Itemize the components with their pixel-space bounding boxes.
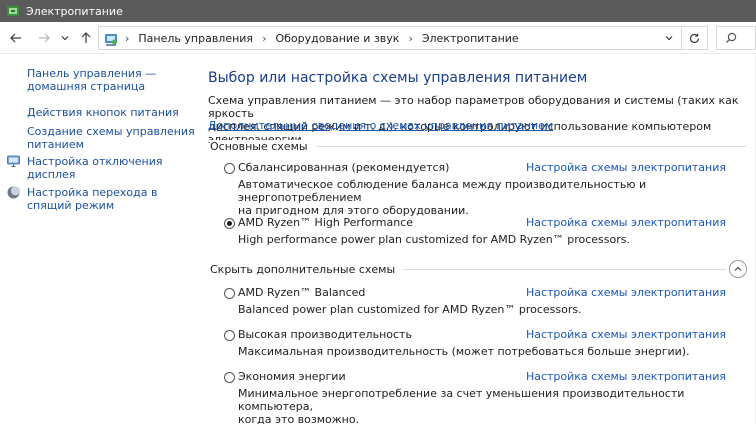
sidebar-link-sleep-settings[interactable]: Настройка перехода в спящий режим <box>27 186 158 212</box>
title-bar: Электропитание <box>0 0 756 22</box>
refresh-icon <box>689 33 700 43</box>
address-bar[interactable]: › Панель управления › Оборудование и зву… <box>98 26 682 50</box>
collapse-hidden-plans-button[interactable] <box>729 260 747 278</box>
plan-description-high-performance: Максимальная производительность (может п… <box>238 345 690 358</box>
plan-description-amd-high-performance: High performance power plan customized f… <box>238 233 630 246</box>
plan-radio-power-saver[interactable] <box>224 372 235 383</box>
sidebar-link-display-off[interactable]: Настройка отключения дисплея <box>27 155 163 181</box>
plan-name-high-performance[interactable]: Высокая производительность <box>238 328 412 341</box>
window-title: Электропитание <box>26 4 123 18</box>
plan-settings-link-high-performance[interactable]: Настройка схемы электропитания <box>526 328 726 341</box>
plan-settings-link-power-saver[interactable]: Настройка схемы электропитания <box>526 370 726 383</box>
plan-radio-balanced[interactable] <box>224 163 235 174</box>
forward-button[interactable] <box>34 28 54 48</box>
plan-name-balanced[interactable]: Сбалансированная (рекомендуется) <box>238 161 449 174</box>
sidebar-link-control-panel-home[interactable]: Панель управления — домашняя страница <box>27 67 156 93</box>
back-button[interactable] <box>6 28 26 48</box>
arrow-up-icon <box>81 32 91 43</box>
up-button[interactable] <box>76 28 96 48</box>
plan-settings-link-amd-balanced[interactable]: Настройка схемы электропитания <box>526 286 726 299</box>
breadcrumb-separator-icon[interactable]: › <box>262 32 266 45</box>
sidebar-link-power-button-actions[interactable]: Действия кнопок питания <box>27 106 179 119</box>
plan-radio-amd-high-performance[interactable] <box>224 218 235 229</box>
chevron-down-icon <box>61 36 69 41</box>
display-monitor-icon <box>7 155 20 167</box>
plan-name-power-saver[interactable]: Экономия энергии <box>238 370 346 383</box>
plan-description-amd-balanced: Balanced power plan customized for AMD R… <box>238 303 582 316</box>
arrow-right-icon <box>39 33 50 43</box>
search-icon <box>726 32 737 43</box>
plan-name-amd-balanced[interactable]: AMD Ryzen™ Balanced <box>238 286 365 299</box>
sidebar-link-create-power-plan[interactable]: Создание схемы управления питанием <box>27 125 195 151</box>
plan-radio-high-performance[interactable] <box>224 330 235 341</box>
power-options-icon <box>7 6 19 16</box>
breadcrumb-power-options[interactable]: Электропитание <box>422 32 519 45</box>
sidebar: Панель управления — домашняя страница Де… <box>0 54 195 424</box>
arrow-left-icon <box>10 33 21 43</box>
breadcrumb-hardware-sound[interactable]: Оборудование и звук <box>275 32 399 45</box>
search-box[interactable] <box>716 26 756 50</box>
chevron-up-icon <box>734 266 742 271</box>
refresh-button[interactable] <box>682 26 708 50</box>
page-title: Выбор или настройка схемы управления пит… <box>208 70 588 86</box>
address-dropdown-button[interactable] <box>661 30 677 46</box>
main-content: Выбор или настройка схемы управления пит… <box>208 54 748 424</box>
group-label-hidden-plans: Скрыть дополнительные схемы <box>210 263 404 276</box>
chevron-down-icon <box>665 36 673 41</box>
plan-description-power-saver: Минимальное энергопотребление за счет ум… <box>238 387 685 424</box>
breadcrumb: › Панель управления › Оборудование и зву… <box>125 27 519 49</box>
sleep-moon-icon <box>7 186 21 199</box>
plan-settings-link-balanced[interactable]: Настройка схемы электропитания <box>526 161 726 174</box>
recent-locations-button[interactable] <box>58 28 72 48</box>
plan-radio-amd-balanced[interactable] <box>224 288 235 299</box>
control-panel-icon <box>105 34 117 46</box>
navigation-bar: › Панель управления › Оборудование и зву… <box>0 22 756 54</box>
breadcrumb-separator-icon[interactable]: › <box>125 32 129 45</box>
group-label-primary-plans: Основные схемы <box>210 140 316 153</box>
plan-name-amd-high-performance[interactable]: AMD Ryzen™ High Performance <box>238 216 413 229</box>
breadcrumb-separator-icon[interactable]: › <box>408 32 412 45</box>
power-plans-info-link[interactable]: Дополнительные сведения о схемах управле… <box>208 119 553 132</box>
breadcrumb-control-panel[interactable]: Панель управления <box>138 32 253 45</box>
plan-description-balanced: Автоматическое соблюдение баланса между … <box>238 178 647 217</box>
plan-settings-link-amd-high-performance[interactable]: Настройка схемы электропитания <box>526 216 726 229</box>
